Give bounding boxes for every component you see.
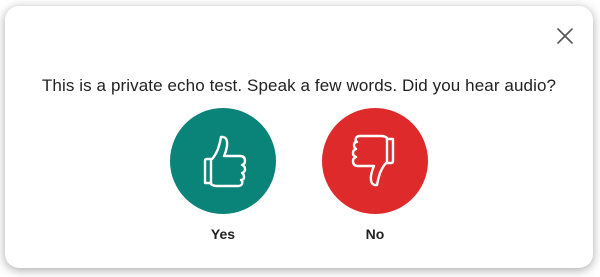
yes-label: Yes [210,226,236,242]
no-button[interactable]: No [322,108,428,242]
no-label: No [365,226,385,242]
close-button[interactable] [555,26,575,46]
yes-circle[interactable] [170,108,276,214]
thumbs-up-icon [203,135,247,188]
echo-test-question: This is a private echo test. Speak a few… [41,76,557,95]
close-icon [557,28,573,44]
answer-buttons: Yes No [5,108,593,242]
no-circle[interactable] [322,108,428,214]
yes-button[interactable]: Yes [170,108,276,242]
echo-test-dialog: This is a private echo test. Speak a few… [5,6,593,268]
thumbs-down-icon [351,134,395,187]
